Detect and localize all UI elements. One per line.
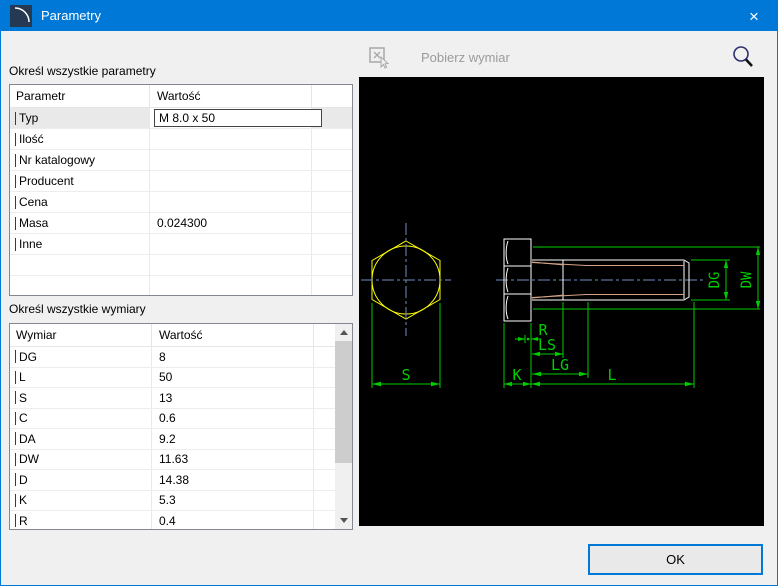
- param-row-cena[interactable]: Cena: [10, 192, 352, 213]
- parameters-section-label: Określ wszystkie parametry: [9, 64, 156, 78]
- param-row-ilosc[interactable]: Ilość: [10, 129, 352, 150]
- dim-row-da[interactable]: DA 9.2: [10, 429, 335, 450]
- window-title: Parametry: [41, 8, 101, 23]
- pick-dimension-icon: [369, 47, 390, 69]
- dimensions-table-header: Wymiar Wartość: [10, 324, 335, 347]
- dim-label-l[interactable]: L: [607, 366, 616, 384]
- dim-row-c[interactable]: C 0.6: [10, 408, 335, 429]
- dim-row-s[interactable]: S 13: [10, 388, 335, 409]
- parameters-table-header: Parametr Wartość: [10, 85, 352, 108]
- dim-row-l[interactable]: L 50: [10, 367, 335, 388]
- bolt-preview-canvas[interactable]: S K L LG LS R DG DW: [359, 77, 764, 526]
- dimensions-table: Wymiar Wartość DG 8 L 50 S 13 C 0.6 DA 9…: [9, 323, 353, 530]
- typ-value-input[interactable]: [154, 109, 322, 127]
- dimensions-section-label: Określ wszystkie wymiary: [9, 302, 146, 316]
- app-icon: [10, 5, 32, 27]
- dim-label-r[interactable]: R: [538, 321, 548, 339]
- close-icon: ×: [749, 6, 759, 26]
- scroll-down-icon[interactable]: [335, 512, 352, 529]
- dim-row-dg[interactable]: DG 8: [10, 347, 335, 368]
- param-row-inne[interactable]: Inne: [10, 234, 352, 255]
- dim-label-lg[interactable]: LG: [551, 356, 569, 374]
- titlebar: Parametry ×: [1, 1, 777, 31]
- empty-row: [10, 255, 352, 276]
- dim-row-dw[interactable]: DW 11.63: [10, 449, 335, 470]
- column-header-wartosc: Wartość: [150, 85, 312, 107]
- ok-button[interactable]: OK: [588, 544, 763, 575]
- param-row-typ[interactable]: Typ: [10, 108, 352, 129]
- scroll-up-icon[interactable]: [335, 324, 352, 341]
- zoom-button[interactable]: [729, 43, 757, 71]
- centerlines: [361, 223, 704, 336]
- parametry-dialog: Parametry × Pobierz wymiar Określ wszyst…: [0, 0, 778, 586]
- dim-row-k[interactable]: K 5.3: [10, 490, 335, 511]
- empty-row: [10, 276, 352, 295]
- dim-label-dg[interactable]: DG: [707, 272, 723, 289]
- param-row-producent[interactable]: Producent: [10, 171, 352, 192]
- close-button[interactable]: ×: [731, 1, 777, 31]
- pick-dimension-button[interactable]: [367, 45, 393, 71]
- dim-row-d[interactable]: D 14.38: [10, 470, 335, 491]
- param-row-nr-katalogowy[interactable]: Nr katalogowy: [10, 150, 352, 171]
- column-header-parametr: Parametr: [10, 85, 150, 107]
- scrollbar-thumb[interactable]: [335, 341, 352, 463]
- dim-label-dw[interactable]: DW: [739, 271, 755, 288]
- column-header-wymiar: Wymiar: [10, 324, 152, 346]
- parameters-table: Parametr Wartość Typ Ilość Nr katalogowy: [9, 84, 353, 296]
- dim-label-k[interactable]: K: [512, 366, 521, 384]
- dim-label-s[interactable]: S: [401, 366, 410, 384]
- dimensions-scrollbar[interactable]: [335, 324, 352, 529]
- pick-dimension-label: Pobierz wymiar: [421, 50, 510, 65]
- dim-row-r[interactable]: R 0.4: [10, 511, 335, 529]
- magnifier-icon: [733, 46, 753, 67]
- param-row-masa[interactable]: Masa 0.024300: [10, 213, 352, 234]
- column-header-wartosc: Wartość: [152, 324, 314, 346]
